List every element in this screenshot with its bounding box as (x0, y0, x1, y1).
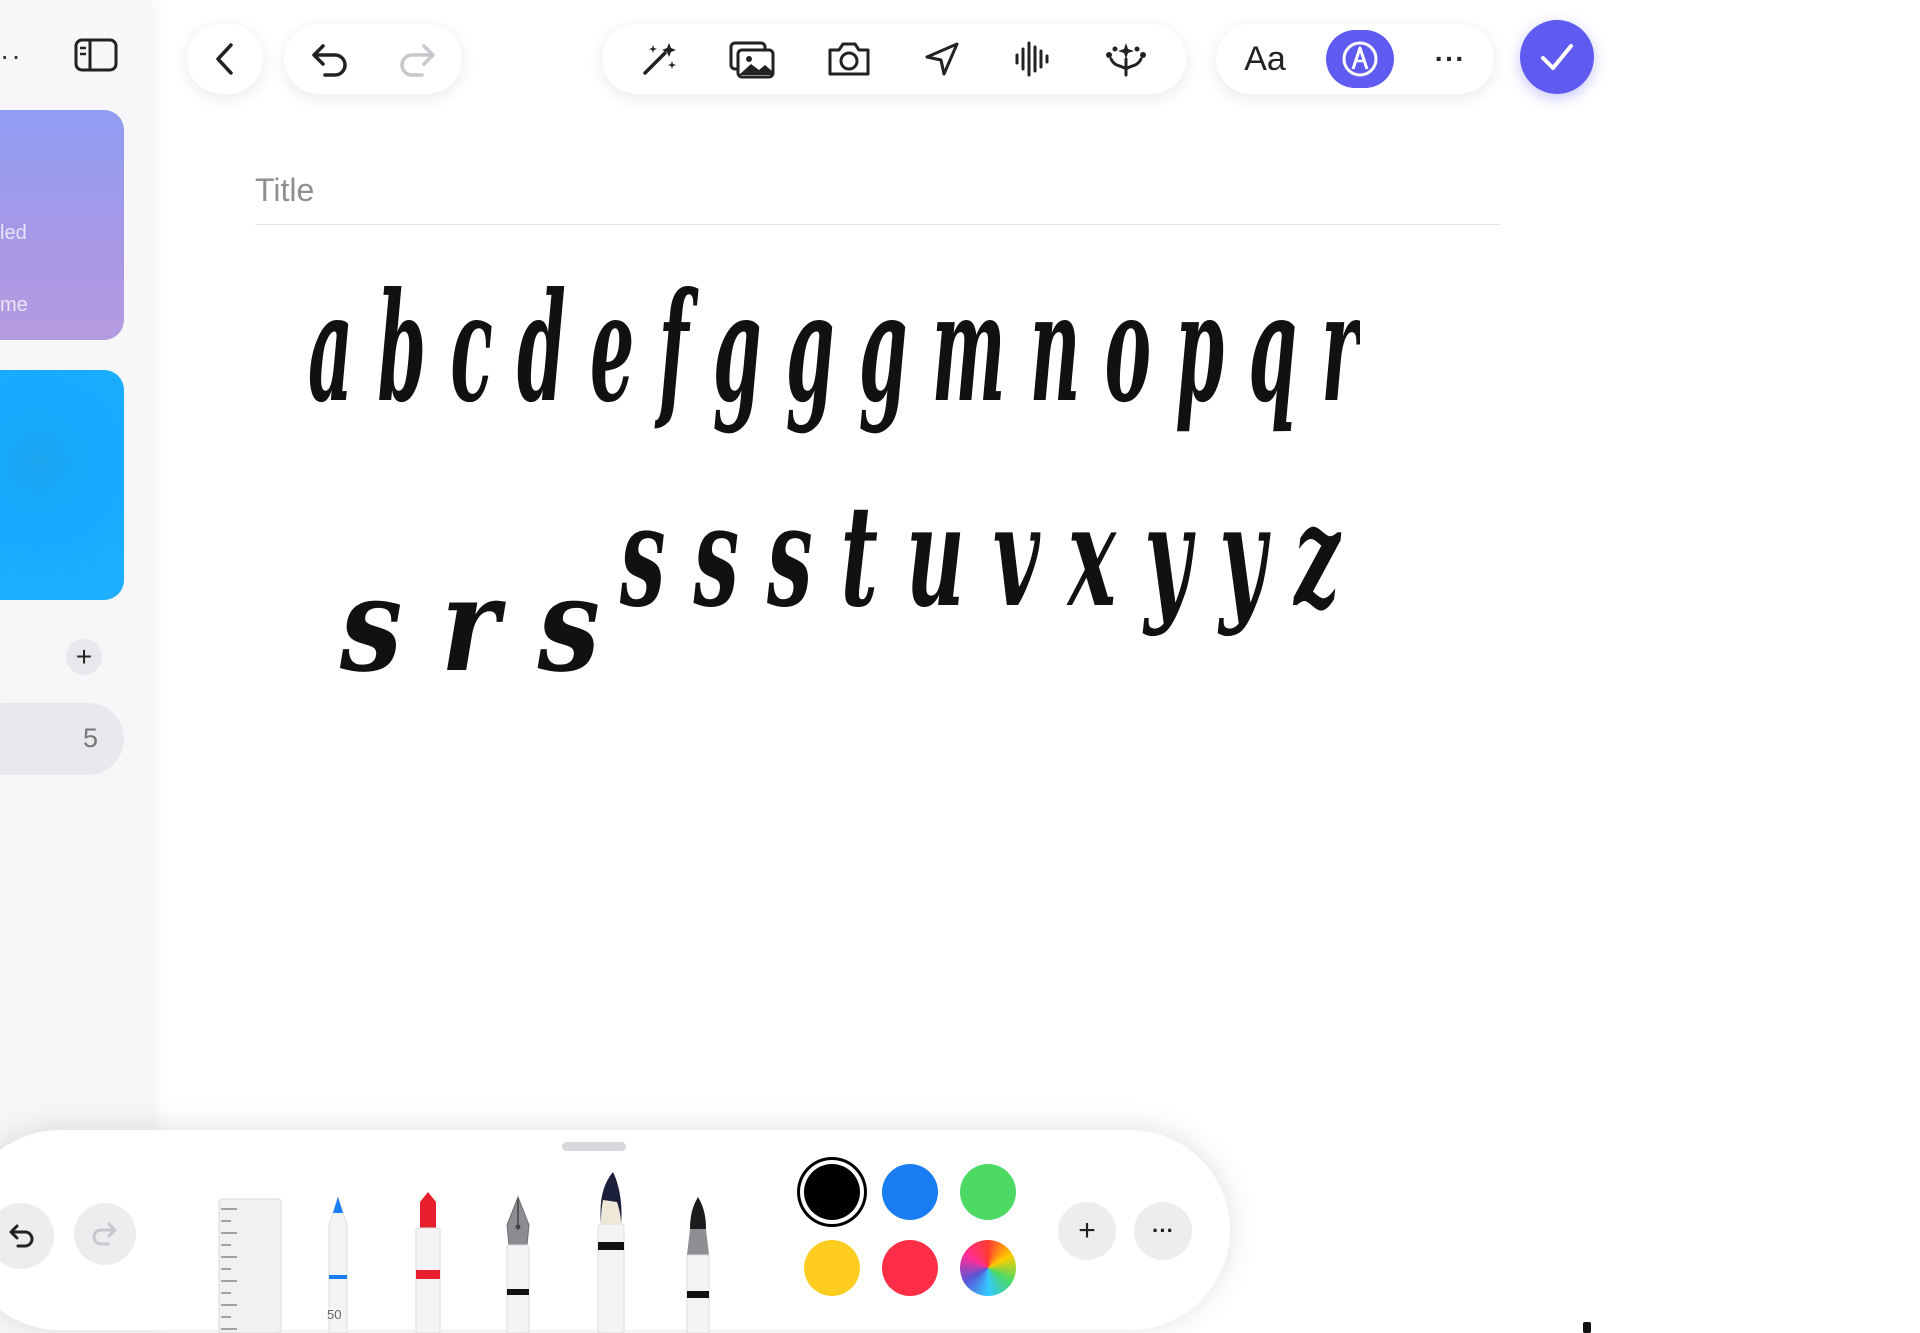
location-icon (925, 42, 959, 76)
note-card-text: led (0, 222, 27, 244)
undo-redo-group (284, 24, 462, 94)
brush-tool[interactable] (585, 1170, 635, 1333)
toolbar-grabber[interactable] (562, 1142, 626, 1151)
markup-icon (1342, 41, 1378, 77)
color-swatch-green[interactable] (960, 1164, 1016, 1220)
photo-library-button[interactable] (729, 39, 775, 79)
handwriting-row-2: s s s t u v x y y z (619, 475, 1341, 639)
handwriting-row-1: a b c d e f g g g m n o p q r (308, 260, 1360, 436)
camera-icon (828, 42, 870, 76)
back-button[interactable] (187, 24, 263, 94)
location-button[interactable] (922, 39, 962, 79)
toolbar-add-button[interactable]: + (1058, 1202, 1116, 1260)
color-picker-multicolor[interactable] (960, 1240, 1016, 1296)
crayon-tool[interactable] (405, 1190, 451, 1333)
sidebar-folder-row[interactable]: 5 (0, 703, 124, 775)
sidebar-more-icon[interactable]: ·· (0, 40, 23, 72)
chevron-left-icon (216, 43, 233, 75)
handwriting-row-3: s r s (339, 548, 600, 680)
undo-icon (9, 1224, 34, 1248)
toolbar-redo-button[interactable] (74, 1203, 136, 1265)
format-toolbar: Aa ··· (1216, 24, 1494, 94)
audio-record-button[interactable] (1012, 39, 1052, 79)
note-card-purple[interactable]: led me (0, 110, 124, 340)
ink-stroke-fragment (1583, 1322, 1591, 1333)
undo-icon (311, 44, 347, 77)
done-checkmark-icon (1541, 44, 1573, 70)
redo-icon (399, 44, 435, 77)
text-format-button[interactable]: Aa (1244, 40, 1286, 79)
sparkle-tree-icon (1105, 43, 1146, 77)
marker-tool[interactable] (675, 1195, 721, 1333)
title-divider (255, 224, 1500, 225)
magic-wand-button[interactable] (639, 39, 679, 79)
camera-button[interactable] (826, 40, 872, 78)
more-button[interactable]: ··· (1435, 43, 1466, 75)
color-swatch-red[interactable] (882, 1240, 938, 1296)
redo-button[interactable] (398, 41, 438, 77)
waveform-icon (1015, 41, 1049, 77)
sidebar-add-button[interactable]: + (66, 639, 102, 675)
fountain-pen-tool[interactable] (495, 1195, 541, 1333)
color-swatch-blue[interactable] (882, 1164, 938, 1220)
image-playground-button[interactable] (1103, 39, 1149, 79)
note-card-blue[interactable] (0, 370, 124, 600)
note-title-field[interactable]: Title (255, 172, 314, 209)
handwriting-canvas[interactable]: a b c d e f g g g m n o p q r s s s t u … (300, 240, 1360, 680)
photo-library-icon (729, 41, 775, 79)
sidebar-toggle-icon[interactable] (74, 38, 118, 72)
folder-count: 5 (82, 723, 98, 753)
note-card-text: me (0, 294, 28, 316)
ruler-tool[interactable] (215, 1195, 285, 1333)
markup-button[interactable] (1326, 30, 1395, 88)
pencil-width-label: 50 (327, 1307, 342, 1322)
undo-button[interactable] (309, 41, 349, 77)
redo-icon (92, 1222, 117, 1246)
done-button[interactable] (1520, 20, 1594, 94)
color-swatch-black[interactable] (804, 1164, 860, 1220)
color-swatch-yellow[interactable] (804, 1240, 860, 1296)
insert-toolbar (602, 24, 1186, 94)
toolbar-more-button[interactable]: ··· (1134, 1202, 1192, 1260)
magic-wand-icon (643, 43, 677, 75)
